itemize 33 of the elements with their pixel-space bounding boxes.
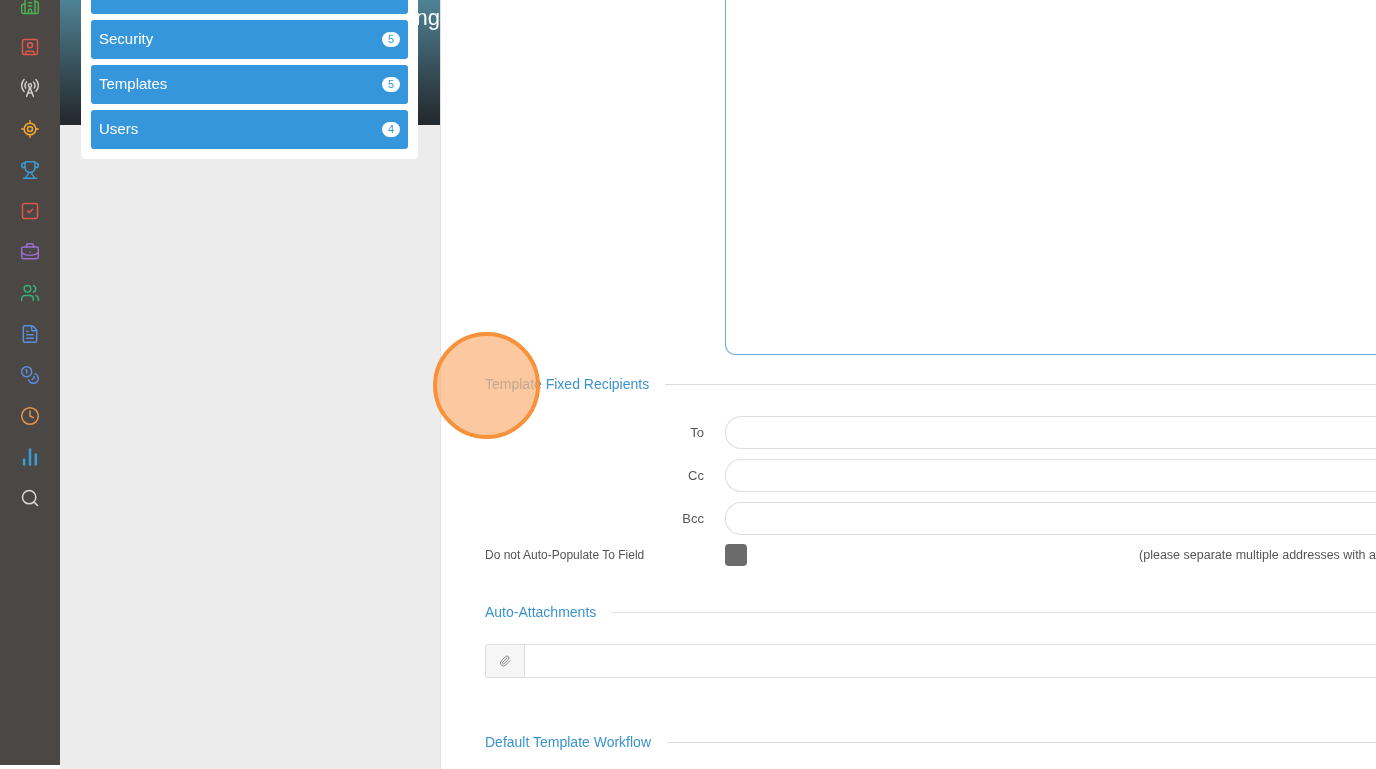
recipient-input[interactable] — [725, 416, 1376, 449]
field-label: Cc — [687, 466, 704, 485]
checkbox[interactable] — [725, 544, 747, 566]
contact-card-icon[interactable] — [20, 37, 40, 57]
recipient-input[interactable] — [725, 459, 1376, 492]
section-heading: Auto-Attachments — [485, 603, 597, 622]
attach-button[interactable] — [486, 645, 525, 677]
menu-item[interactable]: Security 5 — [91, 20, 408, 59]
search-icon[interactable] — [20, 488, 40, 508]
paperclip-icon — [499, 655, 511, 667]
briefcase-icon[interactable] — [20, 242, 40, 262]
menu-item[interactable]: Users 4 — [91, 110, 408, 149]
recipient-input[interactable] — [725, 502, 1376, 535]
bar-chart-icon[interactable] — [20, 447, 40, 467]
count-badge: 5 — [381, 77, 400, 92]
users-icon[interactable] — [20, 283, 40, 303]
trophy-icon[interactable] — [20, 160, 40, 180]
clock-icon[interactable] — [20, 406, 40, 426]
field-label: Bcc — [681, 509, 704, 528]
checkbox-icon[interactable] — [20, 201, 40, 221]
document-icon[interactable] — [20, 324, 40, 344]
building-icon[interactable] — [20, 0, 40, 16]
menu-item[interactable]: Templates 5 — [91, 65, 408, 104]
crosshair-icon[interactable] — [20, 119, 40, 139]
antenna-icon[interactable] — [20, 78, 40, 98]
coins-icon[interactable] — [20, 365, 40, 385]
attachment-field[interactable] — [485, 644, 1376, 678]
hint-text: (please separate multiple addresses with a — [1139, 546, 1376, 564]
checkbox-label: Do not Auto-Populate To Field — [485, 547, 646, 564]
count-badge: 5 — [381, 32, 400, 47]
count-badge: 4 — [381, 122, 400, 137]
section-heading: Default Template Workflow — [485, 733, 651, 752]
field-label: To — [689, 423, 704, 442]
